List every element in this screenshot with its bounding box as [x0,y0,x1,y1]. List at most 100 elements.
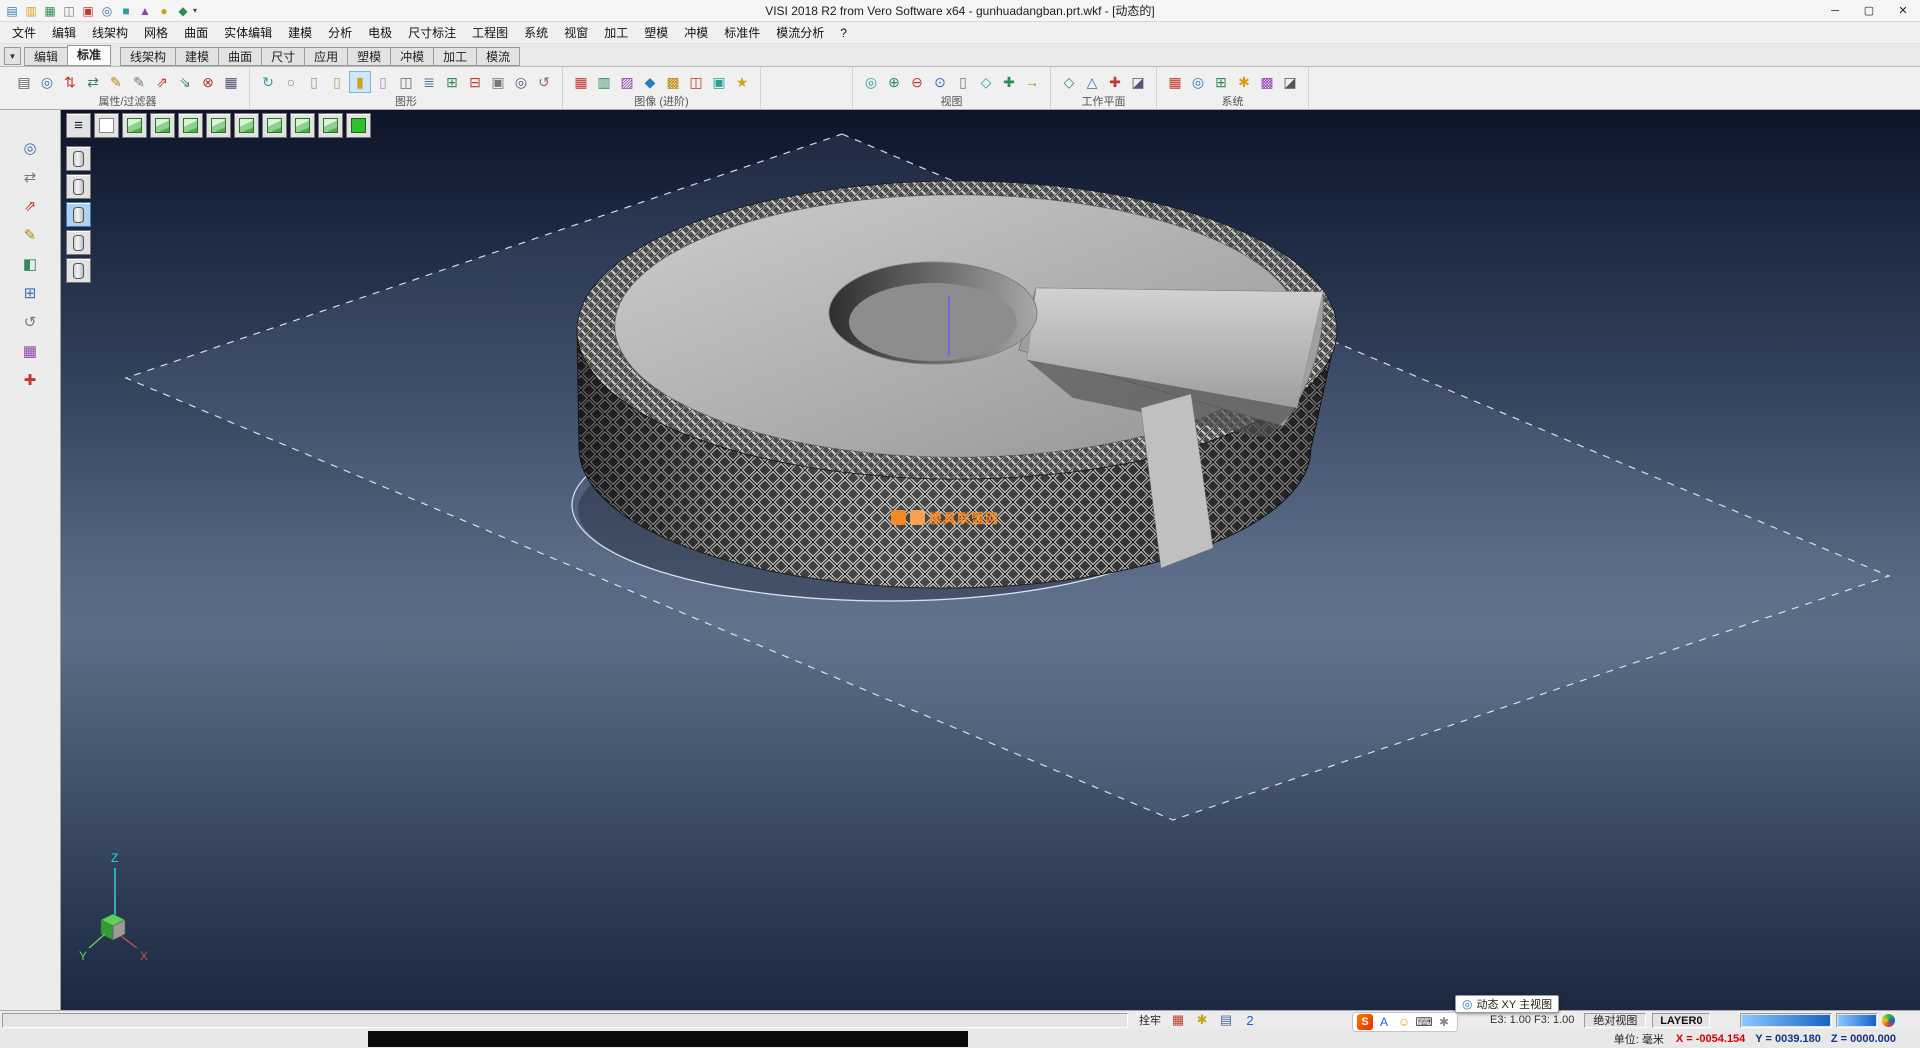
view-preset-button[interactable] [234,113,259,138]
module-tab[interactable]: 应用 [304,47,348,66]
ribbon-tool-icon[interactable]: ▤ [13,71,35,93]
status-tool-icon[interactable]: ▤ [1214,1012,1238,1028]
ime-toolbar-icon[interactable]: ✱ [1435,1014,1453,1030]
module-tab[interactable]: 加工 [433,47,477,66]
module-tab[interactable]: 塑模 [347,47,391,66]
ribbon-tool-icon[interactable]: ⊟ [464,71,486,93]
module-tab[interactable]: 模流 [476,47,520,66]
ribbon-tool-icon[interactable]: ▩ [1256,71,1278,93]
quick-access-icon[interactable]: ◫ [61,3,77,19]
view-preset-button[interactable] [290,113,315,138]
menu-item[interactable]: 网格 [136,24,176,41]
menu-item[interactable]: 建模 [280,24,320,41]
left-tool-icon[interactable]: ⇗ [17,194,43,218]
ribbon-tool-icon[interactable]: ▦ [1164,71,1186,93]
mode-tab[interactable]: 编辑 [24,47,68,66]
ribbon-tool-icon[interactable]: ↺ [533,71,555,93]
view-preset-button[interactable] [66,113,91,138]
menu-item[interactable]: 系统 [516,24,556,41]
view-mode-box[interactable]: 绝对视图 [1584,1013,1646,1028]
ribbon-tool-icon[interactable]: ✚ [998,71,1020,93]
snap-lock-label[interactable]: 拴牢 [1134,1012,1166,1028]
ribbon-tool-icon[interactable]: ◎ [860,71,882,93]
module-tab[interactable]: 曲面 [218,47,262,66]
tab-dropdown-icon[interactable]: ▼ [4,47,21,65]
ribbon-tool-icon[interactable]: ◎ [1187,71,1209,93]
ribbon-tool-icon[interactable]: ↻ [257,71,279,93]
solid-filter-button[interactable] [66,146,91,171]
ribbon-tool-icon[interactable]: ◫ [685,71,707,93]
module-tab[interactable]: 线架构 [120,47,176,66]
solid-filter-button[interactable] [66,202,91,227]
ribbon-tool-icon[interactable]: ⊞ [441,71,463,93]
quick-access-icon[interactable]: ▥ [23,3,39,19]
ribbon-tool-icon[interactable]: ✎ [105,71,127,93]
ribbon-tool-icon[interactable]: ◇ [1058,71,1080,93]
ribbon-tool-icon[interactable]: ▯ [372,71,394,93]
ribbon-tool-icon[interactable]: ✱ [1233,71,1255,93]
module-tab[interactable]: 建模 [175,47,219,66]
view-preset-button[interactable] [262,113,287,138]
ribbon-tool-icon[interactable]: → [1021,71,1043,93]
quick-access-icon[interactable]: ◆ [175,3,191,19]
ribbon-tool-icon[interactable]: ◎ [36,71,58,93]
ime-toolbar-icon[interactable]: S [1357,1014,1373,1030]
menu-item[interactable]: 编辑 [44,24,84,41]
ribbon-tool-icon[interactable]: ▦ [570,71,592,93]
ribbon-tool-icon[interactable]: ▥ [593,71,615,93]
ribbon-tool-icon[interactable]: ⇄ [82,71,104,93]
quick-access-icon[interactable]: ● [156,3,172,19]
menu-item[interactable]: 塑模 [636,24,676,41]
left-tool-icon[interactable]: ◎ [17,136,43,160]
left-tool-icon[interactable]: ◧ [17,252,43,276]
ribbon-tool-icon[interactable]: ◎ [510,71,532,93]
menu-item[interactable]: 视窗 [556,24,596,41]
ribbon-tool-icon[interactable]: ▯ [303,71,325,93]
ribbon-tool-icon[interactable]: ◪ [1127,71,1149,93]
menu-item[interactable]: 模流分析 [768,24,832,41]
menu-item[interactable]: 文件 [4,24,44,41]
menu-item[interactable]: 加工 [596,24,636,41]
left-tool-icon[interactable]: ⇄ [17,165,43,189]
solid-filter-button[interactable] [66,258,91,283]
menu-item[interactable]: 曲面 [176,24,216,41]
ribbon-tool-icon[interactable]: ▮ [349,71,371,93]
status-tool-icon[interactable]: ✱ [1190,1012,1214,1028]
left-tool-icon[interactable]: ▦ [17,339,43,363]
ribbon-tool-icon[interactable]: ◆ [639,71,661,93]
ribbon-tool-icon[interactable]: ✎ [128,71,150,93]
view-preset-button[interactable] [206,113,231,138]
globe-icon[interactable] [1882,1014,1895,1027]
ribbon-tool-icon[interactable]: ▩ [662,71,684,93]
ribbon-tool-icon[interactable]: ▨ [616,71,638,93]
ribbon-tool-icon[interactable]: ⊖ [906,71,928,93]
ribbon-tool-icon[interactable]: ⊞ [1210,71,1232,93]
left-tool-icon[interactable]: ✚ [17,368,43,392]
active-layer-box[interactable]: LAYER0 [1652,1013,1710,1028]
solid-filter-button[interactable] [66,174,91,199]
ribbon-tool-icon[interactable]: ≣ [418,71,440,93]
ribbon-tool-icon[interactable]: ◪ [1279,71,1301,93]
status-tool-icon[interactable]: 2 [1238,1013,1262,1028]
quick-access-icon[interactable]: ▤ [4,3,20,19]
ribbon-tool-icon[interactable]: ○ [280,71,302,93]
menu-item[interactable]: 尺寸标注 [400,24,464,41]
quick-access-icon[interactable]: ▲ [137,3,153,19]
menu-item[interactable]: 工程图 [464,24,516,41]
ribbon-tool-icon[interactable]: ⊗ [197,71,219,93]
view-preset-button[interactable] [346,113,371,138]
close-button[interactable]: ✕ [1886,0,1920,22]
quick-access-icon[interactable]: ■ [118,3,134,19]
solid-filter-button[interactable] [66,230,91,255]
menu-item[interactable]: ? [832,26,855,40]
ime-toolbar-icon[interactable]: ☺ [1395,1014,1413,1030]
ribbon-tool-icon[interactable]: ◫ [395,71,417,93]
ribbon-tool-icon[interactable]: ◇ [975,71,997,93]
ime-toolbar-icon[interactable]: A [1375,1014,1393,1030]
viewport-3d[interactable]: Z Y X [61,110,1920,1010]
ribbon-tool-icon[interactable]: ▣ [487,71,509,93]
module-tab[interactable]: 冲模 [390,47,434,66]
view-preset-button[interactable] [94,113,119,138]
menu-item[interactable]: 实体编辑 [216,24,280,41]
ime-toolbar-icon[interactable]: ⌨ [1415,1014,1433,1030]
